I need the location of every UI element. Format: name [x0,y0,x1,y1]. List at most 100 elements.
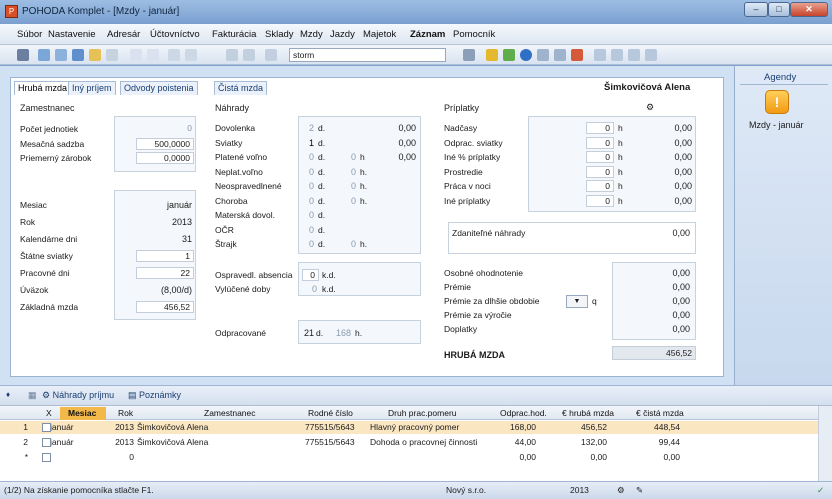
globe-icon[interactable] [520,49,532,61]
find-icon[interactable] [72,49,84,61]
book-icon[interactable] [17,49,29,61]
col-hruba-mzda[interactable]: € hrubá mzda [562,407,614,420]
field-label: Choroba [215,195,248,206]
col-cista-mzda[interactable]: € čistá mzda [636,407,684,420]
unit-label: h. [360,195,368,206]
row-checkbox[interactable] [42,438,51,447]
unit-label: h [618,181,623,191]
cell-rok: 2013 [115,437,134,447]
settings-icon[interactable]: ⚙ [646,102,654,113]
col-x[interactable]: X [46,407,52,420]
menu-sklady[interactable]: Sklady [265,29,294,40]
status-year: 2013 [570,485,589,495]
pocet-jednotiek-field[interactable]: 0 [140,123,195,135]
menu-majetok[interactable]: Majetok [363,29,396,40]
maximize-button[interactable]: □ [768,2,790,17]
col-mesiac[interactable]: Mesiac [68,407,96,420]
tab-odvody-poistenia[interactable]: Odvody poistenia [120,81,198,95]
help-icon[interactable] [645,49,657,61]
field-label: Zdaniteľné náhrady [452,228,526,238]
tab-cista-mzda[interactable]: Čistá mzda [214,81,268,95]
copy-icon[interactable] [265,49,277,61]
gear-icon[interactable]: ⚙ [617,485,625,496]
menu-adresar[interactable]: Adresár [107,29,140,40]
user-icon[interactable] [571,49,583,61]
folder-open-icon[interactable] [486,49,498,61]
nahrady-days-value: 1 [308,137,314,148]
dropdown-button[interactable]: ▼ [566,295,588,308]
edit-icon[interactable] [106,49,118,61]
agenda-item-mzdy[interactable]: Mzdy - január [749,120,804,131]
menu-subor[interactable]: Súbor [17,29,42,40]
delete-icon[interactable] [147,49,159,61]
mesacna-sadzba-field[interactable]: 500,0000 [136,138,194,150]
col-rodne-cislo[interactable]: Rodné číslo [308,407,353,420]
tab-label: Poznámky [139,390,182,400]
window-icon[interactable] [594,49,606,61]
priplatky-amount-value: 0,00 [674,137,692,148]
print-icon[interactable] [38,49,50,61]
tab-iny-prijem[interactable]: Iný príjem [68,81,116,95]
unit-label: d. [318,152,326,162]
tab-hruba-mzda[interactable]: Hrubá mzda [14,81,72,95]
payroll-agenda-icon[interactable]: ! [765,90,789,114]
folder-icon[interactable] [89,49,101,61]
minimize-button[interactable]: – [744,2,768,17]
cancel-edit-icon[interactable] [243,49,255,61]
next-record-icon[interactable] [185,49,197,61]
priplatky-hours-field[interactable]: 0 [586,151,614,163]
ospravedlnena-absencia-field[interactable]: 0 [302,269,319,281]
col-odprac-hod[interactable]: Odprac.hod. [500,407,547,420]
nahrady-days-value: 0 [308,210,314,220]
table-icon[interactable]: ▦ [28,390,37,401]
col-rok[interactable]: Rok [118,407,133,420]
layout-icon[interactable] [611,49,623,61]
pen-icon[interactable]: ✎ [636,485,643,496]
first-record-icon[interactable] [168,49,180,61]
tab-label: Náhrady príjmu [52,390,115,400]
extra-amount-value: 0,00 [672,268,690,278]
close-button[interactable]: ✕ [790,2,828,17]
priplatky-hours-field[interactable]: 0 [586,122,614,134]
menu-nastavenie[interactable]: Nastavenie [48,29,96,40]
menu-zaznam[interactable]: Záznam [410,29,445,40]
priplatky-hours-field[interactable]: 0 [586,136,614,149]
bottom-tab-bar [0,385,832,405]
priemerny-zarobok-field[interactable]: 0,0000 [136,152,194,164]
report-icon[interactable] [537,49,549,61]
tab-poznamky[interactable]: ▤ Poznámky [128,390,181,401]
menu-fakturacia[interactable]: Fakturácia [212,29,256,40]
row-checkbox[interactable] [42,453,51,462]
unit-label: d. [318,123,326,133]
extra-amount-value: 0,00 [672,282,690,292]
quick-search-input[interactable]: storm [289,48,446,62]
menu-pomocnik[interactable]: Pomocník [453,29,495,40]
col-zamestnanec[interactable]: Zamestnanec [204,407,256,420]
menu-uctovnictvo[interactable]: Účtovníctvo [150,29,200,40]
priplatky-hours-field[interactable]: 0 [586,194,614,207]
row-checkbox[interactable] [42,423,51,432]
filter-icon[interactable] [463,49,475,61]
statne-sviatky-field[interactable]: 1 [136,250,194,262]
pracovne-dni-field[interactable]: 22 [136,267,194,279]
field-label: Doplatky [444,324,478,334]
grid-scrollbar[interactable] [818,406,832,481]
nahrady-amount-value: 0,00 [398,152,416,162]
save-icon[interactable] [226,49,238,61]
new-record-icon[interactable] [130,49,142,61]
tab-nahrady-prijmu[interactable]: ⚙ Náhrady príjmu [42,390,114,401]
zakladna-mzda-field[interactable]: 456,52 [136,301,194,313]
calendar-icon[interactable] [628,49,640,61]
document-icon[interactable] [554,49,566,61]
menu-jazdy[interactable]: Jazdy [330,29,355,40]
pin-icon[interactable]: ♦ [6,390,10,399]
leaf-icon[interactable] [503,49,515,61]
col-druh[interactable]: Druh prac.pomeru [388,407,457,420]
priplatky-hours-field[interactable]: 0 [586,165,614,178]
preview-icon[interactable] [55,49,67,61]
priplatky-hours-field[interactable]: 0 [586,180,614,192]
q-label: q [592,296,597,306]
cell-mesiac: január [50,422,74,432]
check-icon[interactable]: ✓ [817,485,824,496]
menu-mzdy[interactable]: Mzdy [300,29,323,40]
